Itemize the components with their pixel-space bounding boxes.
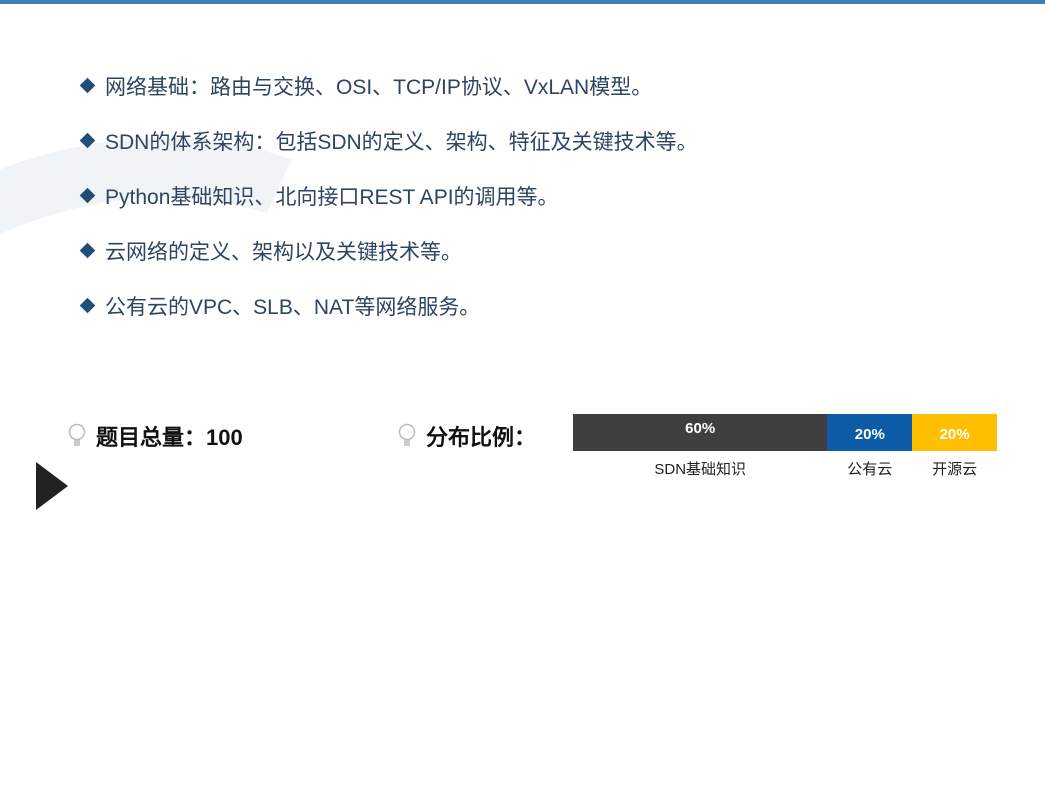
top-accent-bar [0, 0, 1045, 4]
distribution-label: 分布比例： [426, 425, 537, 450]
bullet-text: SDN的体系架构：包括SDN的定义、架构、特征及关键技术等。 [105, 130, 698, 154]
bullet-item: 云网络的定义、架构以及关键技术等。 [79, 223, 698, 278]
bullet-item: 公有云的VPC、SLB、NAT等网络服务。 [79, 278, 698, 333]
lightbulb-icon [68, 423, 86, 446]
bullet-text: Python基础知识、北向接口REST API的调用等。 [105, 185, 559, 209]
distribution-title: 分布比例： [398, 420, 536, 452]
distribution-bar-segment: 60% [573, 414, 828, 451]
bullet-list: 网络基础：路由与交换、OSI、TCP/IP协议、VxLAN模型。 SDN的体系架… [79, 58, 698, 333]
diamond-bullet-icon [79, 77, 96, 94]
bullet-item: SDN的体系架构：包括SDN的定义、架构、特征及关键技术等。 [79, 113, 698, 168]
diamond-bullet-icon [79, 242, 96, 259]
distribution-segment-label: SDN基础知识 [654, 461, 747, 478]
lightbulb-icon [398, 423, 416, 446]
bullet-text: 网络基础：路由与交换、OSI、TCP/IP协议、VxLAN模型。 [105, 75, 653, 99]
diamond-bullet-icon [79, 132, 96, 149]
bullet-text: 公有云的VPC、SLB、NAT等网络服务。 [105, 295, 481, 319]
total-questions: 题目总量：100 [68, 420, 243, 452]
distribution-segment-label: 开源云 [932, 461, 978, 478]
play-icon[interactable] [36, 462, 68, 510]
total-label: 题目总量：100 [96, 425, 243, 450]
bullet-item: Python基础知识、北向接口REST API的调用等。 [79, 168, 698, 223]
diamond-bullet-icon [79, 297, 96, 314]
distribution-bar-segment: 20% [827, 414, 913, 451]
diamond-bullet-icon [79, 187, 96, 204]
bullet-item: 网络基础：路由与交换、OSI、TCP/IP协议、VxLAN模型。 [79, 58, 698, 113]
distribution-segment-label: 公有云 [847, 461, 893, 478]
bullet-text: 云网络的定义、架构以及关键技术等。 [105, 240, 462, 264]
distribution-bar-segment: 20% [912, 414, 997, 451]
